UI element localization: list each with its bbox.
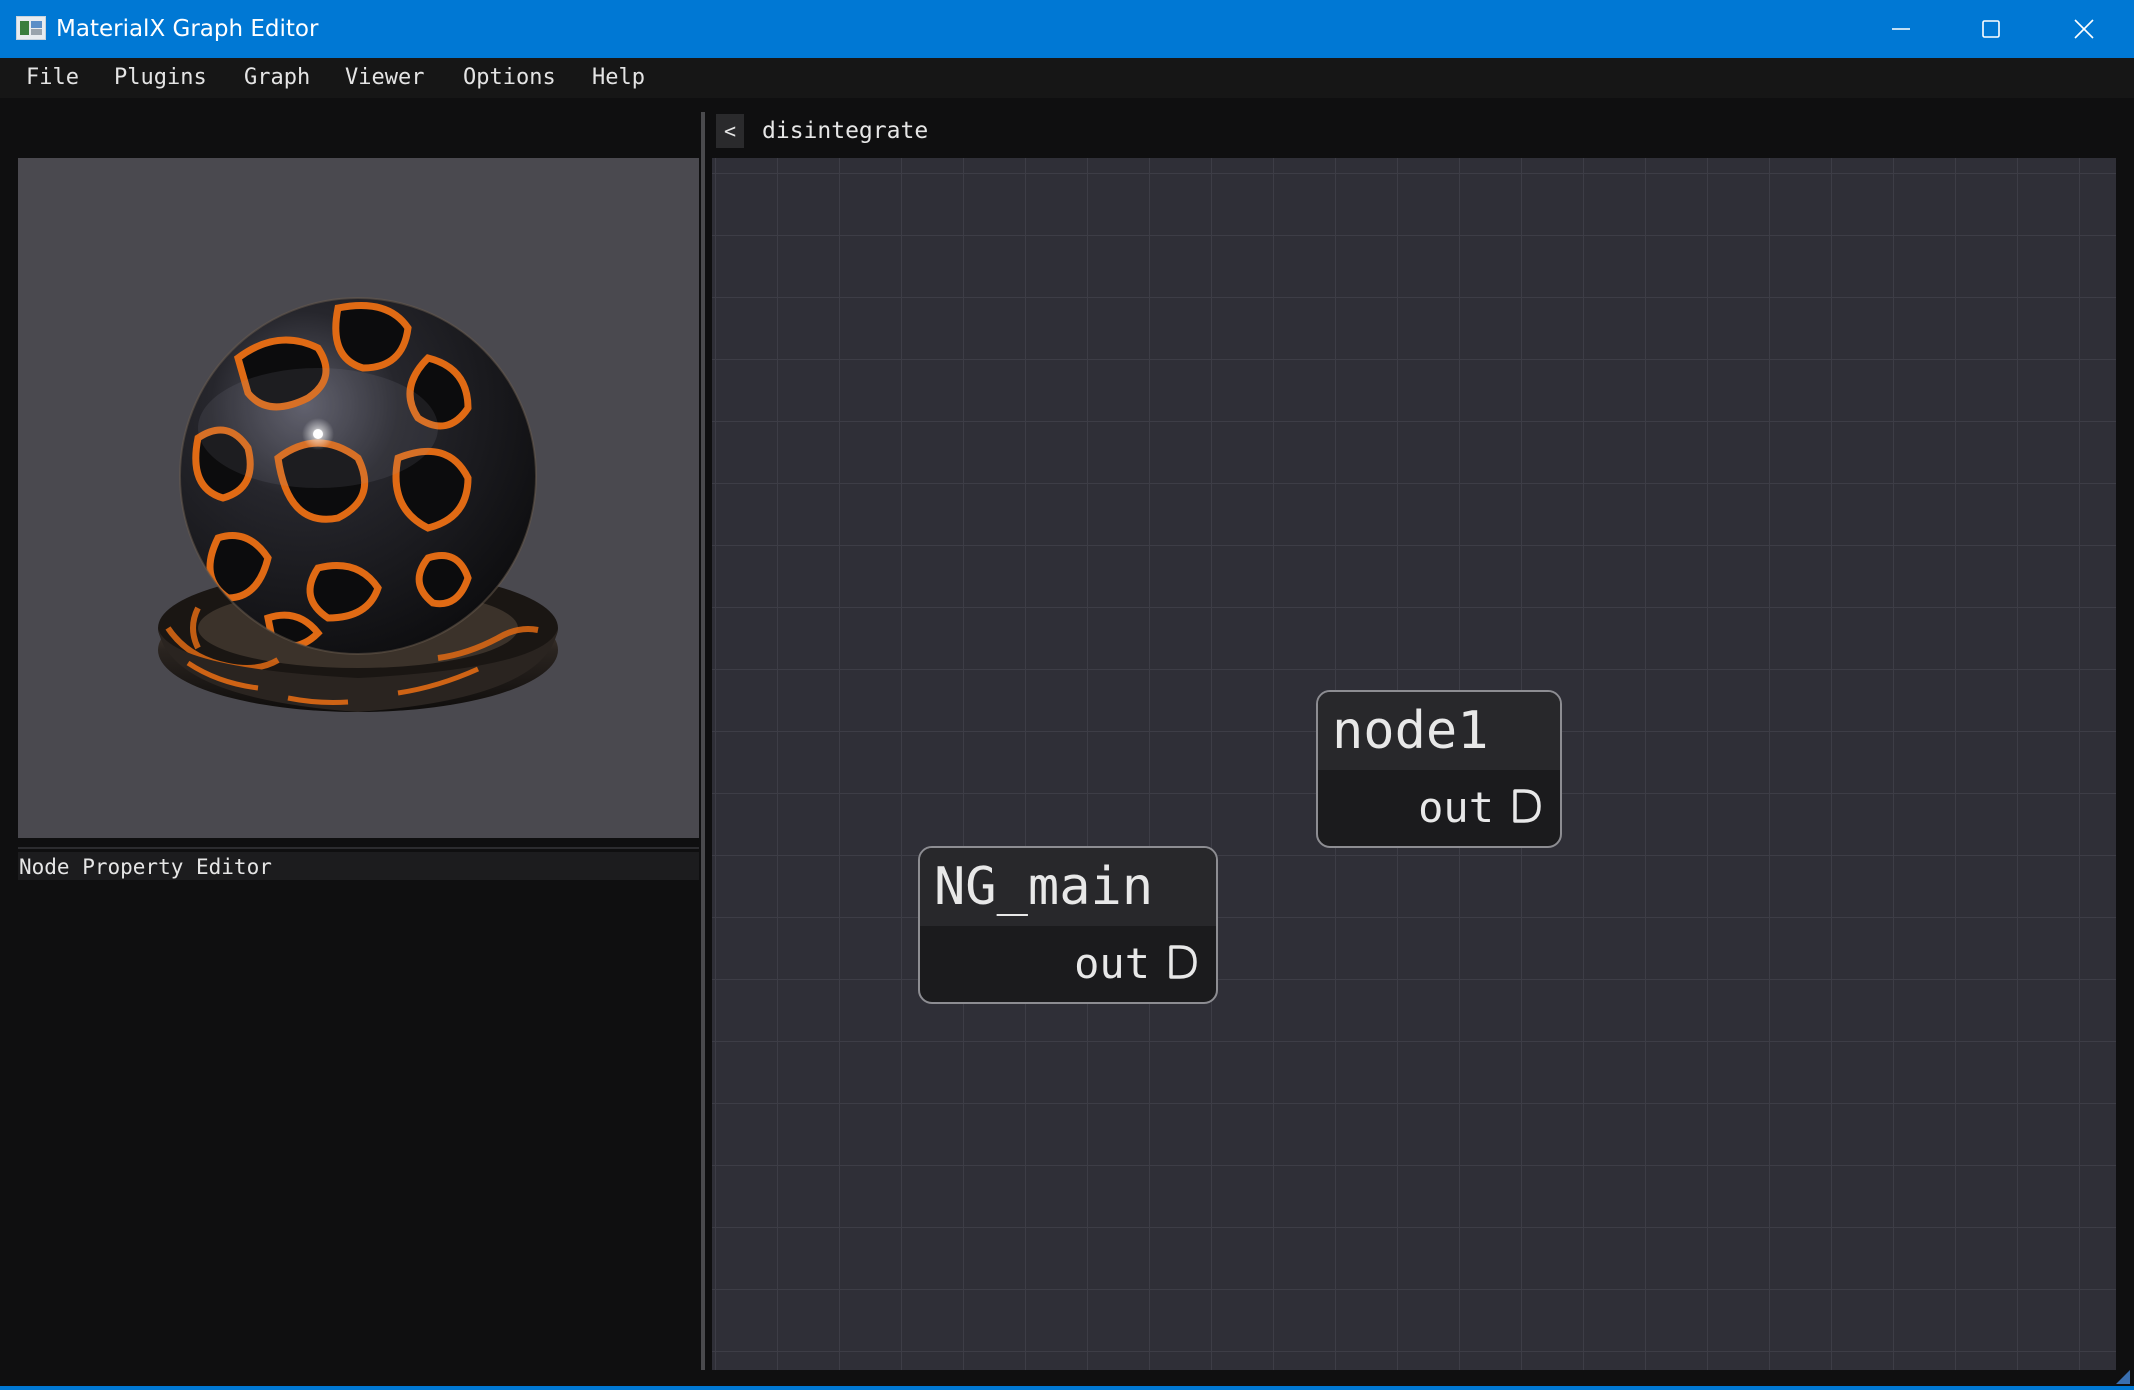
- panel-divider[interactable]: [18, 847, 699, 849]
- graph-node[interactable]: node1 out: [1316, 690, 1562, 848]
- menu-plugins[interactable]: Plugins: [114, 58, 207, 98]
- app-icon: [16, 16, 46, 40]
- node-title: NG_main: [920, 848, 1216, 926]
- graph-name: disintegrate: [762, 118, 929, 144]
- material-preview-viewport[interactable]: [18, 158, 699, 838]
- minimize-button[interactable]: [1856, 0, 1946, 58]
- menu-viewer[interactable]: Viewer: [345, 58, 424, 98]
- material-preview-image: [158, 297, 558, 712]
- node-output-label: out: [1418, 783, 1494, 832]
- application-window: MaterialX Graph Editor File Plugins Grap…: [0, 0, 2134, 1390]
- graph-node[interactable]: NG_main out: [918, 846, 1218, 1004]
- menu-help[interactable]: Help: [592, 58, 645, 98]
- window-title: MaterialX Graph Editor: [56, 16, 319, 42]
- output-pin-icon[interactable]: [1512, 788, 1542, 824]
- maximize-icon: [1982, 20, 2000, 38]
- node-output-label: out: [1074, 939, 1150, 988]
- maximize-button[interactable]: [1946, 0, 2036, 58]
- minimize-icon: [1892, 28, 1910, 30]
- node-title: node1: [1318, 692, 1560, 770]
- menu-graph[interactable]: Graph: [244, 58, 310, 98]
- property-editor-title: Node Property Editor: [19, 855, 272, 879]
- menu-bar: File Plugins Graph Viewer Options Help: [0, 58, 2134, 98]
- close-button[interactable]: [2039, 0, 2129, 58]
- output-pin-icon[interactable]: [1168, 944, 1198, 980]
- window-border: [0, 1386, 2134, 1390]
- panel-splitter[interactable]: [701, 112, 705, 1370]
- close-icon: [2074, 19, 2094, 39]
- back-button[interactable]: <: [716, 114, 744, 148]
- menu-file[interactable]: File: [26, 58, 79, 98]
- resize-grip-icon[interactable]: [2116, 1370, 2130, 1384]
- menu-options[interactable]: Options: [463, 58, 556, 98]
- title-bar[interactable]: MaterialX Graph Editor: [0, 0, 2134, 58]
